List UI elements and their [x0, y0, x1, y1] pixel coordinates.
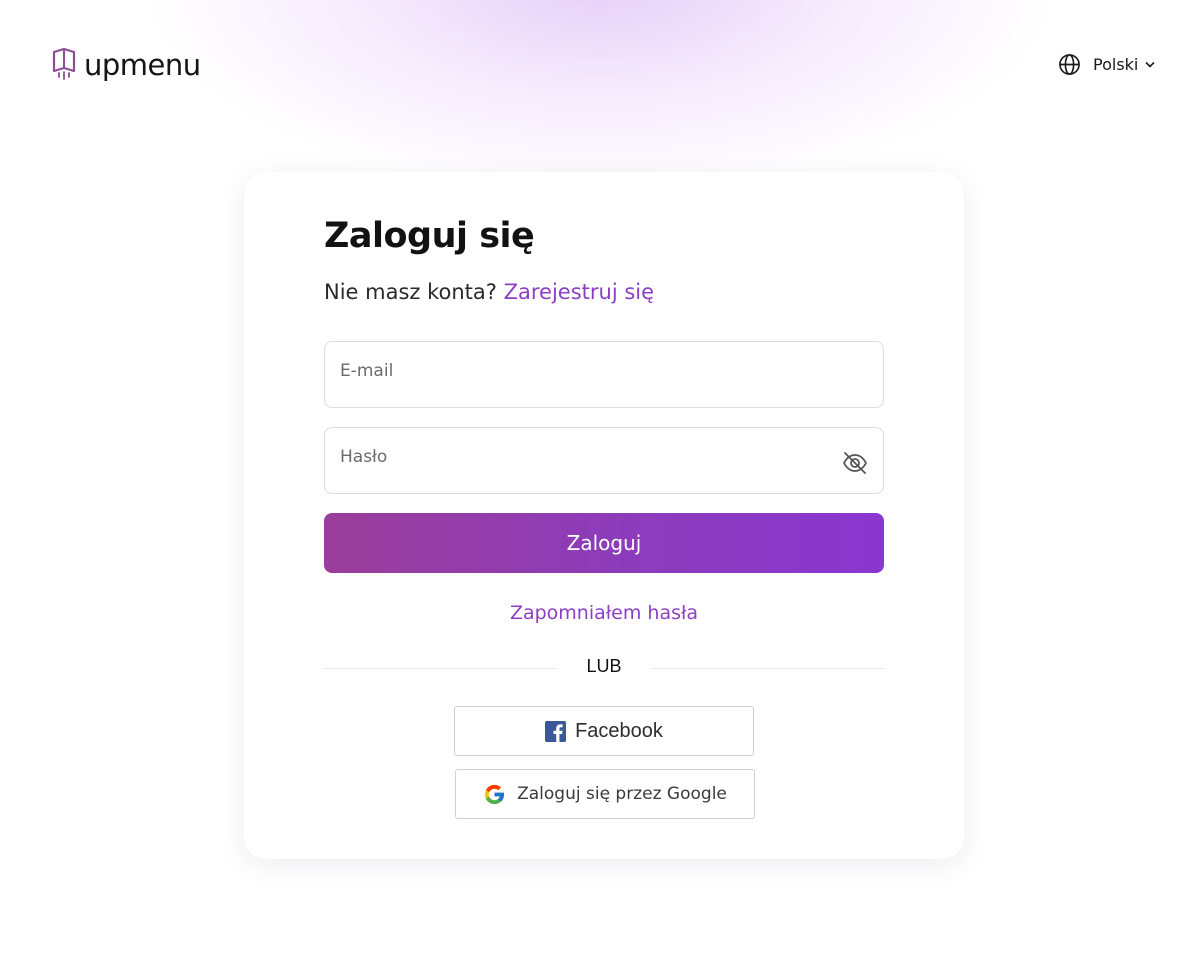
divider-text: LUB — [586, 656, 622, 676]
password-field — [324, 427, 884, 494]
upmenu-logo-icon — [52, 48, 76, 80]
login-page: upmenu Polski Zaloguj się Nie masz konta… — [0, 0, 1202, 957]
login-card: Zaloguj się Nie masz konta? Zarejestruj … — [244, 172, 964, 859]
page-title: Zaloguj się — [324, 216, 535, 256]
google-login-button[interactable]: Zaloguj się przez Google — [455, 769, 755, 819]
no-account-text: Nie masz konta? — [324, 280, 497, 304]
background-glow — [150, 0, 1050, 190]
globe-icon — [1059, 54, 1080, 75]
chevron-down-icon — [1145, 61, 1155, 68]
facebook-icon — [545, 720, 567, 742]
email-input[interactable] — [325, 342, 883, 407]
logo-text: upmenu — [84, 48, 201, 82]
login-button[interactable]: Zaloguj — [324, 513, 884, 573]
register-link[interactable]: Zarejestruj się — [504, 280, 654, 304]
facebook-login-button[interactable]: Facebook — [454, 706, 754, 756]
divider-line-right — [652, 668, 884, 669]
register-prompt: Nie masz konta? Zarejestruj się — [324, 280, 654, 304]
google-icon — [485, 784, 505, 804]
email-field — [324, 341, 884, 408]
google-label: Zaloguj się przez Google — [517, 784, 727, 804]
forgot-password-link[interactable]: Zapomniałem hasła — [324, 602, 884, 624]
logo-link[interactable]: upmenu — [52, 48, 201, 82]
facebook-label: Facebook — [575, 719, 663, 742]
password-input[interactable] — [325, 428, 883, 493]
language-selector[interactable]: Polski — [1058, 53, 1155, 76]
eye-off-icon[interactable] — [841, 449, 869, 477]
language-label: Polski — [1093, 55, 1139, 74]
or-divider: LUB — [324, 656, 884, 680]
